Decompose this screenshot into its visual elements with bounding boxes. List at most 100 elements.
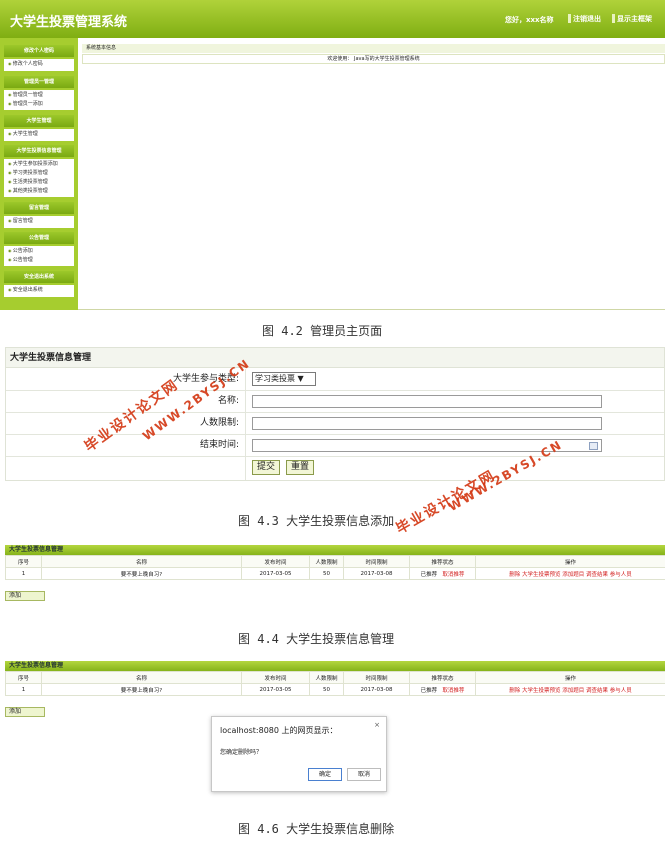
col-header: 操作 [475,671,665,684]
menu-group-vote[interactable]: 大学生投票信息管理 [4,145,74,157]
col-header: 时间限制 [343,671,410,684]
calendar-icon[interactable] [589,442,598,450]
form-row-buttons: 提交 重置 [6,457,664,480]
sidebar-item[interactable]: 修改个人密码 [4,59,74,68]
app-header: 大学生投票管理系统 您好，xxx名称 注销退出 显示主框架 [0,0,665,38]
status-text: 已推荐 [420,687,438,694]
caption-fig-4-3: 图 4.3 大学生投票信息添加 [238,514,395,528]
sidebar-item[interactable]: 安全退出系统 [4,285,74,294]
cancel-button[interactable]: 取消 [347,768,381,781]
cell-ops-links[interactable]: 删除 大学生投票预览 添加题目 调查结果 参与人员 [475,567,665,580]
menu-group-notice[interactable]: 公告管理 [4,232,74,244]
cell-ops-links[interactable]: 删除 大学生投票预览 添加题目 调查结果 参与人员 [475,683,665,696]
cell-deadline: 2017-03-08 [343,567,410,580]
cell-limit: 50 [309,683,344,696]
figure-admin-main-page: 大学生投票管理系统 您好，xxx名称 注销退出 显示主框架 修改个人密码 修改个… [0,0,665,310]
vote-table: 序号 名称 发布时间 人数限制 时间限制 推荐状态 操作 1 要不要上晚自习? … [5,671,665,696]
col-header: 名称 [41,555,242,568]
menu-group-student-items: 大学生管理 [4,129,74,141]
menu-group-admin[interactable]: 管理员一管理 [4,76,74,88]
user-greeting: 您好，xxx名称 [505,16,554,24]
sidebar-item[interactable]: 大学生管理 [4,129,74,138]
caption-fig-4-2: 图 4.2 管理员主页面 [262,324,383,338]
cancel-recommend-link[interactable]: 取消推荐 [442,688,464,694]
menu-group-password[interactable]: 修改个人密码 [4,45,74,57]
col-header: 序号 [5,555,42,568]
sidebar-item[interactable]: 管理员一管理 [4,90,74,99]
cell-no: 1 [5,567,42,580]
sidebar-item[interactable]: 大学生参加投票添加 [4,159,74,168]
add-button[interactable]: 添加 [5,707,45,717]
cell-name: 要不要上晚自习? [41,683,242,696]
menu-group-exit-items: 安全退出系统 [4,285,74,297]
col-header: 发布时间 [241,671,310,684]
system-title: 大学生投票管理系统 [10,15,128,30]
col-header: 名称 [41,671,242,684]
logout-link[interactable]: 注销退出 [568,14,601,24]
table-row: 1 要不要上晚自习? 2017-03-05 50 2017-03-08 已推荐 … [5,683,665,696]
cancel-recommend-link[interactable]: 取消推荐 [442,572,464,578]
table-row: 1 要不要上晚自习? 2017-03-05 50 2017-03-08 已推荐 … [5,567,665,580]
caption-fig-4-4: 图 4.4 大学生投票信息管理 [238,632,395,646]
table-header-row: 序号 名称 发布时间 人数限制 时间限制 推荐状态 操作 [5,671,665,684]
col-header: 序号 [5,671,42,684]
close-icon[interactable]: × [374,721,380,729]
table-title: 大学生投票信息管理 [5,545,665,555]
cell-deadline: 2017-03-08 [343,683,410,696]
menu-group-password-items: 修改个人密码 [4,59,74,71]
reset-button[interactable]: 重置 [286,460,315,475]
cell-publish: 2017-03-05 [241,683,310,696]
main-content: 系统基本信息 欢迎使用： Java写的大学生投票管理系统 [82,44,665,64]
menu-group-notice-items: 公告添加 公告管理 [4,246,74,266]
cell-status: 已推荐 取消推荐 [409,567,476,580]
field-label: 结束时间: [6,435,246,456]
menu-group-exit[interactable]: 安全退出系统 [4,271,74,283]
vote-table: 序号 名称 发布时间 人数限制 时间限制 推荐状态 操作 1 要不要上晚自习? … [5,555,665,580]
cell-limit: 50 [309,567,344,580]
caption-fig-4-6: 图 4.6 大学生投票信息删除 [238,822,395,836]
menu-group-student[interactable]: 大学生管理 [4,115,74,127]
col-header: 时间限制 [343,555,410,568]
figure-vote-list: 大学生投票信息管理 序号 名称 发布时间 人数限制 时间限制 推荐状态 操作 1… [5,545,665,580]
confirm-dialog: localhost:8080 上的网页显示： × 您确定删除吗？ 确定 取消 [211,716,387,792]
form-row-name: 名称: [6,391,664,413]
sidebar: 修改个人密码 修改个人密码 管理员一管理 管理员一管理 管理员一添加 大学生管理… [0,38,78,310]
breadcrumb: 系统基本信息 [82,44,665,53]
sidebar-item[interactable]: 其他类投票管理 [4,186,74,195]
sidebar-item[interactable]: 管理员一添加 [4,99,74,108]
limit-input[interactable] [252,417,602,430]
form-row-type: 大学生参与类型: 学习类投票 ▼ [6,369,664,391]
menu-group-vote-items: 大学生参加投票添加 学习类投票管理 生活类投票管理 其他类投票管理 [4,159,74,197]
welcome-text: 欢迎使用： Java写的大学生投票管理系统 [82,54,665,64]
status-text: 已推荐 [420,571,438,578]
submit-button[interactable]: 提交 [252,460,281,475]
name-input[interactable] [252,395,602,408]
figure-vote-add-form: 大学生投票信息管理 大学生参与类型: 学习类投票 ▼ 名称: 人数限制: 结束时… [5,347,665,481]
sidebar-item[interactable]: 公告添加 [4,246,74,255]
sidebar-item[interactable]: 公告管理 [4,255,74,264]
dialog-title: localhost:8080 上的网页显示： [220,726,338,735]
show-main-frame-link[interactable]: 显示主框架 [612,14,652,24]
col-header: 推荐状态 [409,555,476,568]
col-header: 人数限制 [309,555,344,568]
col-header: 人数限制 [309,671,344,684]
empty-label-cell [6,457,246,480]
cell-name: 要不要上晚自习? [41,567,242,580]
col-header: 操作 [475,555,665,568]
ok-button[interactable]: 确定 [308,768,342,781]
type-select[interactable]: 学习类投票 ▼ [252,372,316,386]
dialog-message: 您确定删除吗？ [220,749,263,756]
add-button[interactable]: 添加 [5,591,45,601]
sidebar-item[interactable]: 生活类投票管理 [4,177,74,186]
menu-group-message-items: 留言管理 [4,216,74,228]
form-title: 大学生投票信息管理 [6,348,664,368]
cell-publish: 2017-03-05 [241,567,310,580]
col-header: 发布时间 [241,555,310,568]
sidebar-item[interactable]: 留言管理 [4,216,74,225]
cell-status: 已推荐 取消推荐 [409,683,476,696]
sidebar-item[interactable]: 学习类投票管理 [4,168,74,177]
figure-vote-delete: 大学生投票信息管理 序号 名称 发布时间 人数限制 时间限制 推荐状态 操作 1… [5,661,665,696]
menu-group-admin-items: 管理员一管理 管理员一添加 [4,90,74,110]
col-header: 推荐状态 [409,671,476,684]
menu-group-message[interactable]: 留言管理 [4,202,74,214]
